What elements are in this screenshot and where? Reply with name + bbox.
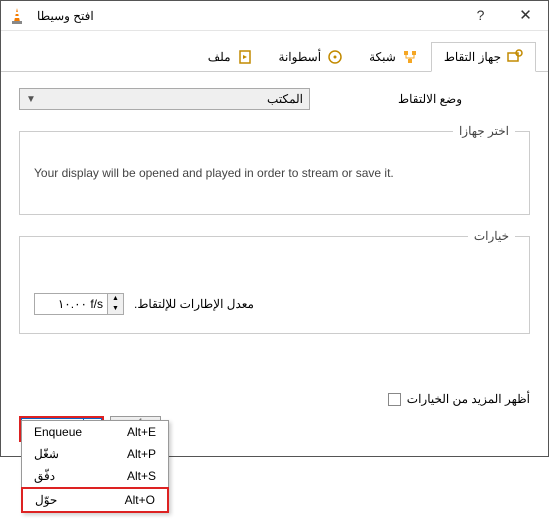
menu-item-enqueue[interactable]: EnqueueAlt+E bbox=[22, 421, 168, 443]
capture-mode-select[interactable]: المكتب ▼ bbox=[19, 88, 310, 110]
play-dropdown-menu: EnqueueAlt+E شغّلAlt+P دفّقAlt+S حوّلAlt… bbox=[21, 420, 169, 513]
device-legend: اختر جهازا bbox=[453, 124, 515, 138]
more-options-label: أظهر المزيد من الخيارات bbox=[407, 392, 530, 406]
tab-label: جهاز التقاط bbox=[444, 50, 501, 64]
help-button[interactable]: ? bbox=[458, 1, 503, 30]
tab-disc[interactable]: أسطوانة bbox=[266, 41, 357, 71]
options-group: خيارات معدل الإطارات للإلتقاط. ١٠.٠٠ f/s… bbox=[19, 229, 530, 334]
tab-bar: جهاز التقاط شبكة أسطوانة ملف bbox=[1, 31, 548, 72]
vlc-cone-icon bbox=[7, 6, 27, 26]
fps-input[interactable]: ١٠.٠٠ f/s ▲ ▼ bbox=[34, 293, 124, 315]
tab-file[interactable]: ملف bbox=[195, 41, 266, 71]
titlebar: افتح وسيطا ? ✕ bbox=[1, 1, 548, 31]
capture-icon bbox=[507, 49, 523, 65]
more-options-checkbox[interactable] bbox=[388, 393, 401, 406]
tab-network[interactable]: شبكة bbox=[356, 41, 431, 71]
options-legend: خيارات bbox=[468, 229, 515, 243]
chevron-down-icon: ▼ bbox=[26, 94, 36, 105]
file-icon bbox=[237, 49, 253, 65]
tab-capture[interactable]: جهاز التقاط bbox=[431, 42, 536, 72]
window-title: افتح وسيطا bbox=[33, 9, 458, 23]
tab-label: ملف bbox=[208, 50, 231, 64]
fps-label: معدل الإطارات للإلتقاط. bbox=[134, 297, 254, 311]
close-button[interactable]: ✕ bbox=[503, 1, 548, 30]
tab-label: شبكة bbox=[369, 50, 396, 64]
network-icon bbox=[402, 49, 418, 65]
menu-item-play[interactable]: شغّلAlt+P bbox=[22, 443, 168, 465]
capture-mode-label: وضع الالتقاط bbox=[330, 92, 530, 106]
menu-item-stream[interactable]: دفّقAlt+S bbox=[22, 465, 168, 487]
menu-item-convert[interactable]: حوّلAlt+O bbox=[21, 487, 169, 513]
disc-icon bbox=[327, 49, 343, 65]
device-help-text: Your display will be opened and played i… bbox=[34, 162, 515, 196]
device-group: اختر جهازا Your display will be opened a… bbox=[19, 124, 530, 215]
tab-label: أسطوانة bbox=[279, 50, 322, 64]
spin-up-icon[interactable]: ▲ bbox=[107, 294, 123, 304]
select-value: المكتب bbox=[267, 92, 303, 106]
fps-value: ١٠.٠٠ f/s bbox=[35, 297, 107, 311]
spin-down-icon[interactable]: ▼ bbox=[107, 304, 123, 314]
